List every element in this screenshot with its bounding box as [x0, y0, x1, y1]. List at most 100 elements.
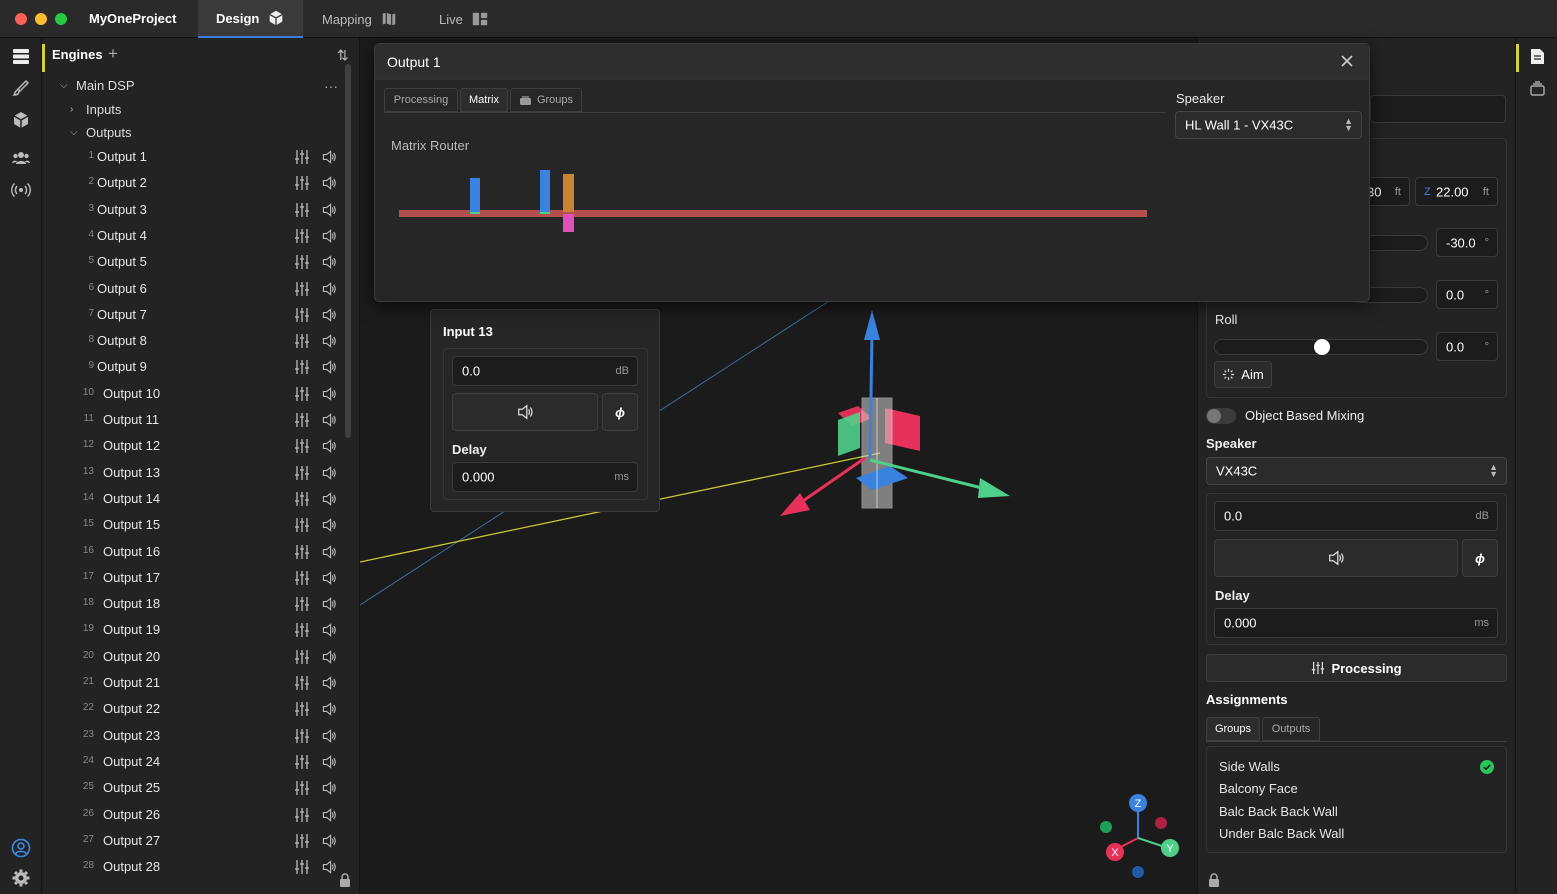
- layers-icon[interactable]: [1529, 80, 1546, 97]
- more-options-button[interactable]: ···: [324, 78, 338, 94]
- tab-mapping[interactable]: Mapping: [304, 0, 416, 38]
- speaker-icon[interactable]: [321, 596, 337, 612]
- speaker-icon[interactable]: [321, 254, 337, 270]
- lock-icon[interactable]: [1208, 873, 1220, 887]
- output-list-item[interactable]: 22 Output 22: [42, 696, 342, 722]
- input-phase-button[interactable]: ϕ: [602, 393, 638, 431]
- output-list-item[interactable]: 19 Output 19: [42, 617, 342, 643]
- minimize-window-button[interactable]: [35, 13, 47, 25]
- input-mute-button[interactable]: [452, 393, 598, 431]
- speaker-icon[interactable]: [321, 281, 337, 297]
- output-list-item[interactable]: 14 Output 14: [42, 486, 342, 512]
- speaker-icon[interactable]: [321, 754, 337, 770]
- zoom-window-button[interactable]: [55, 13, 67, 25]
- output-list-item[interactable]: 24 Output 24: [42, 749, 342, 775]
- close-window-button[interactable]: [15, 13, 27, 25]
- mixer-icon[interactable]: [294, 412, 310, 428]
- speaker-icon[interactable]: [321, 386, 337, 402]
- tree-main-dsp[interactable]: ⌵ Main DSP: [60, 75, 135, 95]
- output-list-item[interactable]: 11 Output 11: [42, 407, 342, 433]
- name-field[interactable]: [1370, 95, 1506, 123]
- processing-button[interactable]: Processing: [1206, 654, 1507, 682]
- mixer-icon[interactable]: [294, 386, 310, 402]
- speaker-icon[interactable]: [321, 780, 337, 796]
- users-icon[interactable]: [11, 148, 31, 168]
- delay-field[interactable]: 0.000 ms: [1214, 608, 1498, 638]
- output-list-item[interactable]: 16 Output 16: [42, 539, 342, 565]
- mixer-icon[interactable]: [294, 202, 310, 218]
- output-list-item[interactable]: 28 Output 28: [42, 854, 342, 880]
- output-list-item[interactable]: 17 Output 17: [42, 565, 342, 591]
- dialog-tab-groups[interactable]: Groups: [510, 88, 582, 112]
- output-list-item[interactable]: 1 Output 1: [42, 144, 342, 170]
- gear-icon[interactable]: [11, 868, 31, 888]
- engines-icon[interactable]: [11, 46, 31, 66]
- output-list-item[interactable]: 20 Output 20: [42, 644, 342, 670]
- mixer-icon[interactable]: [294, 596, 310, 612]
- output-list-item[interactable]: 18 Output 18: [42, 591, 342, 617]
- output-list-item[interactable]: 21 Output 21: [42, 670, 342, 696]
- mixer-icon[interactable]: [294, 544, 310, 560]
- cube-icon[interactable]: [11, 110, 31, 130]
- mixer-icon[interactable]: [294, 149, 310, 165]
- dialog-speaker-select[interactable]: HL Wall 1 - VX43C ▲ ▼: [1175, 111, 1362, 139]
- output-list-item[interactable]: 15 Output 15: [42, 512, 342, 538]
- output-list-item[interactable]: 25 Output 25: [42, 775, 342, 801]
- orientation-gizmo[interactable]: Z X Y: [1095, 790, 1185, 890]
- speaker-icon[interactable]: [321, 675, 337, 691]
- assign-tab-groups[interactable]: Groups: [1206, 717, 1260, 741]
- mixer-icon[interactable]: [294, 254, 310, 270]
- mixer-icon[interactable]: [294, 859, 310, 875]
- dialog-tab-processing[interactable]: Processing: [384, 88, 458, 112]
- speaker-icon[interactable]: [321, 149, 337, 165]
- mixer-icon[interactable]: [294, 438, 310, 454]
- output-list-item[interactable]: 8 Output 8: [42, 328, 342, 354]
- object-based-mixing-toggle[interactable]: [1206, 408, 1236, 424]
- assign-tab-outputs[interactable]: Outputs: [1262, 717, 1320, 741]
- mixer-icon[interactable]: [294, 807, 310, 823]
- mixer-icon[interactable]: [294, 465, 310, 481]
- group-item-under-balc-back-wall[interactable]: Under Balc Back Wall: [1219, 826, 1344, 841]
- speaker-icon[interactable]: [321, 412, 337, 428]
- speaker-object[interactable]: [838, 397, 920, 509]
- mixer-icon[interactable]: [294, 491, 310, 507]
- dialog-tab-matrix[interactable]: Matrix: [460, 88, 508, 112]
- tree-outputs[interactable]: ⌵ Outputs: [70, 122, 132, 142]
- roll-field[interactable]: 0.0 °: [1436, 332, 1498, 361]
- mixer-icon[interactable]: [294, 701, 310, 717]
- engines-scrollbar[interactable]: [345, 64, 351, 438]
- mixer-icon[interactable]: [294, 780, 310, 796]
- matrix-router-graph[interactable]: [397, 168, 1149, 238]
- mixer-icon[interactable]: [294, 728, 310, 744]
- mixer-icon[interactable]: [294, 228, 310, 244]
- speaker-icon[interactable]: [321, 491, 337, 507]
- position-z-field[interactable]: Z 22.00 ft: [1415, 177, 1498, 206]
- mixer-icon[interactable]: [294, 307, 310, 323]
- input-gain-field[interactable]: 0.0 dB: [452, 356, 638, 386]
- broadcast-icon[interactable]: [11, 180, 31, 200]
- speaker-icon[interactable]: [321, 649, 337, 665]
- lock-icon[interactable]: [339, 873, 351, 887]
- output-list-item[interactable]: 6 Output 6: [42, 276, 342, 302]
- roll-slider[interactable]: [1214, 339, 1428, 355]
- document-icon[interactable]: [1530, 48, 1545, 65]
- output-list-item[interactable]: 9 Output 9: [42, 354, 342, 380]
- add-engine-button[interactable]: +: [108, 44, 118, 64]
- mixer-icon[interactable]: [294, 754, 310, 770]
- speaker-icon[interactable]: [321, 859, 337, 875]
- roll-slider-knob[interactable]: [1314, 339, 1330, 355]
- sort-button[interactable]: ⇅: [337, 47, 349, 64]
- output-list-item[interactable]: 10 Output 10: [42, 381, 342, 407]
- mixer-icon[interactable]: [294, 622, 310, 638]
- speaker-icon[interactable]: [321, 202, 337, 218]
- output-list-item[interactable]: 27 Output 27: [42, 828, 342, 854]
- group-item-balc-back-back-wall[interactable]: Balc Back Back Wall: [1219, 804, 1338, 819]
- output-list-item[interactable]: 23 Output 23: [42, 723, 342, 749]
- speaker-icon[interactable]: [321, 228, 337, 244]
- speaker-icon[interactable]: [321, 438, 337, 454]
- mixer-icon[interactable]: [294, 333, 310, 349]
- phase-button[interactable]: ϕ: [1462, 539, 1498, 577]
- output-list-item[interactable]: 7 Output 7: [42, 302, 342, 328]
- speaker-icon[interactable]: [321, 701, 337, 717]
- aim-button[interactable]: Aim: [1214, 361, 1272, 388]
